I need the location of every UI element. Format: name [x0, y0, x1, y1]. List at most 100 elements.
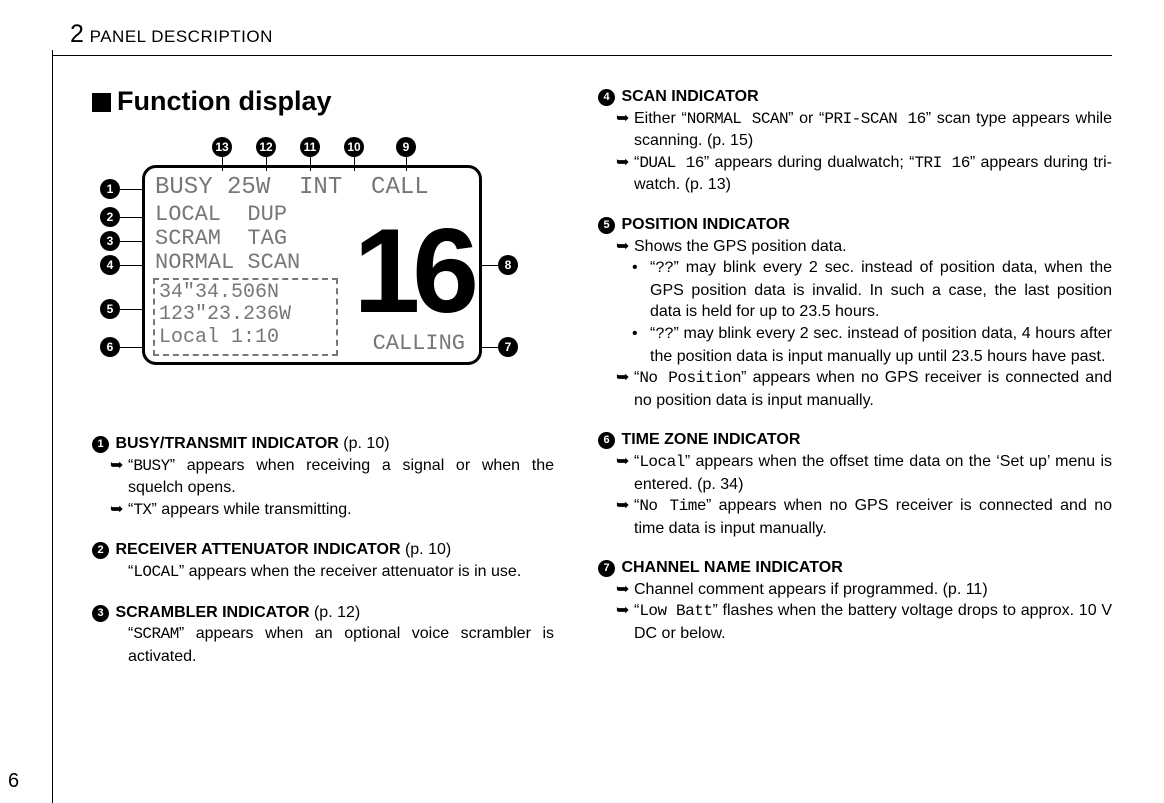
- callout-6: 6: [100, 337, 120, 357]
- callout-line: [120, 217, 144, 218]
- item-title-suffix: (p. 10): [401, 541, 452, 558]
- item-heading: 4 SCAN INDICATOR: [598, 86, 1112, 108]
- item-sub-text: “SCRAM” appears when an optional voice s…: [128, 623, 554, 667]
- callout-7: 7: [498, 337, 518, 357]
- item-sub-text: Either “NORMAL SCAN” or “PRI-SCAN 16” sc…: [634, 108, 1112, 152]
- right-item-list: 4 SCAN INDICATOR➥Either “NORMAL SCAN” or…: [598, 86, 1112, 645]
- item-sub-text: “No Time” appears when no GPS receiver i…: [634, 495, 1112, 539]
- arrow-icon: ➥: [616, 152, 634, 196]
- arrow-icon: ➥: [110, 455, 128, 499]
- item-sub-text: “LOCAL” appears when the receiver attenu…: [128, 561, 554, 584]
- lcd-row-3: SCRAM TAG: [155, 226, 287, 251]
- item-title: POSITION INDICATOR: [617, 216, 790, 233]
- callout-line: [406, 157, 407, 171]
- callout-3: 3: [100, 231, 120, 251]
- item-sub-text: “??” may blink every 2 sec. instead of p…: [650, 257, 1112, 323]
- lcd-row-1: BUSY 25W INT CALL: [155, 174, 429, 201]
- left-column: Function display BUSY 25W INT CALL LOCAL…: [52, 86, 582, 685]
- item-sub-text: “Local” appears when the offset time dat…: [634, 451, 1112, 495]
- item-heading: 2 RECEIVER ATTENUATOR INDICATOR (p. 10): [92, 539, 554, 561]
- item-sub: ➥“DUAL 16” appears during dualwatch; “TR…: [616, 152, 1112, 196]
- item-sub: ➥“Local” appears when the offset time da…: [616, 451, 1112, 495]
- lcd-pos-line2: 123"23.236W: [159, 304, 332, 326]
- description-item: 7 CHANNEL NAME INDICATOR ➥Channel comment…: [598, 557, 1112, 644]
- left-rule: [52, 50, 53, 803]
- description-item: 6 TIME ZONE INDICATOR➥“Local” appears wh…: [598, 429, 1112, 539]
- item-heading: 6 TIME ZONE INDICATOR: [598, 429, 1112, 451]
- item-sub: •“??” may blink every 2 sec. instead of …: [632, 257, 1112, 323]
- item-sub-text: “??” may blink every 2 sec. instead of p…: [650, 323, 1112, 367]
- item-sub: ➥Shows the GPS position data.: [616, 236, 1112, 258]
- callout-line: [310, 157, 311, 171]
- arrow-icon: ➥: [110, 499, 128, 522]
- callout-line: [120, 265, 144, 266]
- item-number-icon: 7: [598, 560, 615, 577]
- item-sub: ➥Either “NORMAL SCAN” or “PRI-SCAN 16” s…: [616, 108, 1112, 152]
- item-heading: 5 POSITION INDICATOR: [598, 214, 1112, 236]
- lcd-channel-number: 16: [354, 202, 471, 340]
- item-sub-text: “No Position” appears when no GPS receiv…: [634, 367, 1112, 411]
- item-sub: “LOCAL” appears when the receiver attenu…: [110, 561, 554, 584]
- description-item: 2 RECEIVER ATTENUATOR INDICATOR (p. 10)“…: [92, 539, 554, 583]
- arrow-icon: ➥: [616, 236, 634, 258]
- item-title-suffix: (p. 10): [339, 435, 390, 452]
- item-sub: ➥“TX” appears while transmitting.: [110, 499, 554, 522]
- bullet-icon: •: [632, 323, 650, 367]
- callout-line: [480, 347, 500, 348]
- item-title: BUSY/TRANSMIT INDICATOR: [111, 435, 339, 452]
- description-item: 5 POSITION INDICATOR➥Shows the GPS posit…: [598, 214, 1112, 411]
- item-sub-text: “Low Batt” flashes when the battery volt…: [634, 600, 1112, 644]
- callout-8: 8: [498, 255, 518, 275]
- lcd-pos-line3: Local 1:10: [159, 327, 332, 349]
- item-sub-text: “TX” appears while transmitting.: [128, 499, 554, 522]
- lcd-row-4: NORMAL SCAN: [155, 250, 300, 275]
- arrow-icon: ➥: [616, 495, 634, 539]
- item-title: SCAN INDICATOR: [617, 88, 759, 105]
- item-sub-text: Channel comment appears if programmed. (…: [634, 579, 1112, 601]
- arrow-icon: ➥: [616, 367, 634, 411]
- item-title: CHANNEL NAME INDICATOR: [617, 559, 843, 576]
- arrow-icon: ➥: [616, 451, 634, 495]
- callout-5: 5: [100, 299, 120, 319]
- lcd-figure: BUSY 25W INT CALL LOCAL DUP SCRAM TAG NO…: [82, 135, 522, 405]
- lcd-pos-line1: 34"34.506N: [159, 282, 332, 304]
- arrow-icon: ➥: [616, 600, 634, 644]
- chapter-number: 2: [70, 20, 84, 48]
- callout-line: [120, 309, 144, 310]
- callout-line: [480, 265, 500, 266]
- arrow-icon: ➥: [616, 108, 634, 152]
- description-item: 1 BUSY/TRANSMIT INDICATOR (p. 10) ➥“BUSY”…: [92, 433, 554, 521]
- indent-spacer: [110, 561, 128, 584]
- bullet-icon: •: [632, 257, 650, 323]
- item-number-icon: 3: [92, 605, 109, 622]
- callout-1: 1: [100, 179, 120, 199]
- item-title: SCRAMBLER INDICATOR: [111, 604, 310, 621]
- arrow-icon: ➥: [616, 579, 634, 601]
- description-item: 3 SCRAMBLER INDICATOR (p. 12) “SCRAM” app…: [92, 602, 554, 668]
- callout-13: 13: [212, 137, 232, 157]
- right-column: 4 SCAN INDICATOR➥Either “NORMAL SCAN” or…: [582, 86, 1112, 685]
- item-sub-text: “BUSY” appears when receiving a signal o…: [128, 455, 554, 499]
- item-number-icon: 5: [598, 217, 615, 234]
- callout-line: [120, 347, 144, 348]
- indent-spacer: [110, 623, 128, 667]
- callout-10: 10: [344, 137, 364, 157]
- left-item-list: 1 BUSY/TRANSMIT INDICATOR (p. 10) ➥“BUSY”…: [92, 433, 554, 667]
- item-number-icon: 2: [92, 542, 109, 559]
- header-rule: [52, 55, 1112, 56]
- callout-line: [266, 157, 267, 171]
- lcd-row-2: LOCAL DUP: [155, 202, 287, 227]
- chapter-title: PANEL DESCRIPTION: [90, 27, 273, 46]
- lcd-screen: BUSY 25W INT CALL LOCAL DUP SCRAM TAG NO…: [142, 165, 482, 365]
- lcd-position-box: 34"34.506N 123"23.236W Local 1:10: [153, 278, 338, 356]
- item-sub: ➥“Low Batt” flashes when the battery vol…: [616, 600, 1112, 644]
- section-title: Function display: [92, 86, 554, 117]
- item-number-icon: 6: [598, 432, 615, 449]
- callout-4: 4: [100, 255, 120, 275]
- item-title-suffix: (p. 12): [310, 604, 361, 621]
- item-sub-text: “DUAL 16” appears during dualwatch; “TRI…: [634, 152, 1112, 196]
- callout-line: [354, 157, 355, 171]
- item-number-icon: 1: [92, 436, 109, 453]
- callout-line: [120, 241, 144, 242]
- page-number: 6: [8, 770, 19, 793]
